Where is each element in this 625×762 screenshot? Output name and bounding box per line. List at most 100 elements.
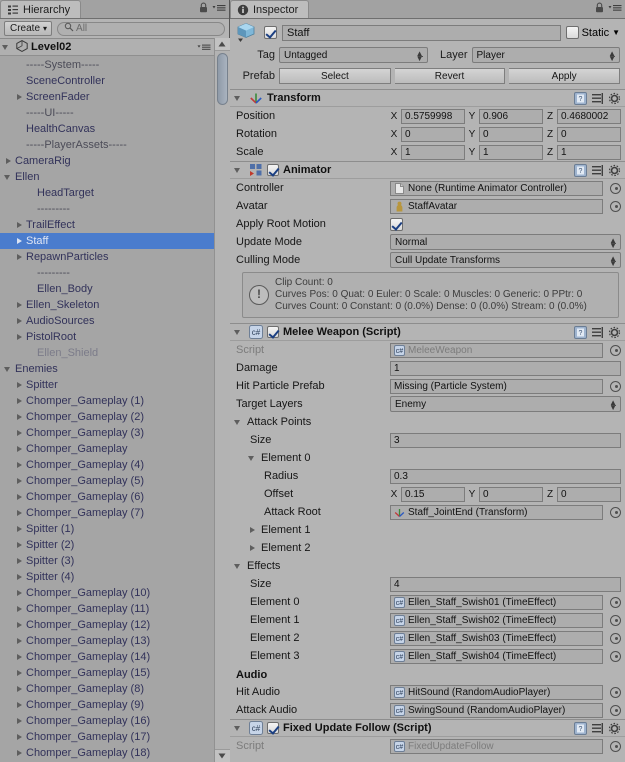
property-dropdown[interactable]: Normal ▲ ▼ xyxy=(390,234,621,250)
foldout-element-0[interactable]: Element 0 xyxy=(230,449,625,467)
options-menu-icon[interactable] xyxy=(212,3,226,16)
static-toggle[interactable]: Static ▼ xyxy=(565,26,620,39)
object-picker-icon[interactable] xyxy=(610,182,621,194)
foldout-element-2[interactable]: Element 2 xyxy=(230,539,625,557)
object-field[interactable]: c# HitSound (RandomAudioPlayer) xyxy=(390,684,603,700)
chevron-right-icon[interactable] xyxy=(15,717,24,726)
object-field[interactable]: c# Ellen_Staff_Swish02 (TimeEffect) xyxy=(390,612,603,628)
property-checkbox[interactable] xyxy=(390,217,403,231)
object-picker-icon[interactable] xyxy=(610,506,621,518)
chevron-right-icon[interactable] xyxy=(15,461,24,470)
chevron-down-icon[interactable] xyxy=(234,562,243,571)
hierarchy-item-spitter-1[interactable]: Spitter (1) xyxy=(0,521,229,537)
component-enabled-checkbox[interactable] xyxy=(267,722,279,734)
object-picker-icon[interactable] xyxy=(610,632,621,644)
hierarchy-item-ellen[interactable]: Ellen xyxy=(0,169,229,185)
tag-dropdown[interactable]: Untagged ▲ ▼ xyxy=(279,47,428,63)
search-input[interactable]: All xyxy=(57,21,225,36)
vector3-x-input[interactable]: 0.5759998 xyxy=(401,108,465,124)
options-menu-icon[interactable] xyxy=(608,3,622,16)
scene-expand-arrow[interactable] xyxy=(2,43,11,52)
property-dropdown[interactable]: Enemy ▲ ▼ xyxy=(390,396,621,412)
object-picker-icon[interactable] xyxy=(610,650,621,662)
chevron-right-icon[interactable] xyxy=(15,301,24,310)
vector3-y-input[interactable]: 0 xyxy=(479,126,543,142)
hierarchy-item-traileffect[interactable]: TrailEffect xyxy=(0,217,229,233)
property-input[interactable]: 0.3 xyxy=(390,468,621,484)
hierarchy-item-audiosources[interactable]: AudioSources xyxy=(0,313,229,329)
hierarchy-item-pistolroot[interactable]: PistolRoot xyxy=(0,329,229,345)
hierarchy-item-headtarget[interactable]: HeadTarget xyxy=(0,185,229,201)
hierarchy-item-spitter[interactable]: Spitter xyxy=(0,377,229,393)
vector3-z-input[interactable]: 0 xyxy=(557,126,621,142)
hierarchy-item-chomper-gameplay-7[interactable]: Chomper_Gameplay (7) xyxy=(0,505,229,521)
create-button[interactable]: Create ▾ xyxy=(4,21,53,36)
chevron-right-icon[interactable] xyxy=(15,557,24,566)
hierarchy-item-scenecontroller[interactable]: SceneController xyxy=(0,73,229,89)
chevron-right-icon[interactable] xyxy=(248,544,257,553)
hierarchy-item-[interactable]: --------- xyxy=(0,201,229,217)
hierarchy-item-playerassets[interactable]: -----PlayerAssets----- xyxy=(0,137,229,153)
chevron-down-icon[interactable] xyxy=(234,328,243,337)
object-picker-icon[interactable] xyxy=(610,740,621,752)
hierarchy-item-ellen-skeleton[interactable]: Ellen_Skeleton xyxy=(0,297,229,313)
preset-icon[interactable] xyxy=(591,92,604,108)
hierarchy-item-chomper-gameplay-16[interactable]: Chomper_Gameplay (16) xyxy=(0,713,229,729)
object-picker-icon[interactable] xyxy=(610,614,621,626)
object-field[interactable]: Missing (Particle System) xyxy=(390,378,603,394)
hierarchy-item-spitter-3[interactable]: Spitter (3) xyxy=(0,553,229,569)
scroll-up-icon[interactable] xyxy=(214,38,230,51)
hierarchy-item-screenfader[interactable]: ScreenFader xyxy=(0,89,229,105)
static-checkbox[interactable] xyxy=(565,26,579,39)
chevron-right-icon[interactable] xyxy=(15,685,24,694)
gameobject-cube-icon[interactable] xyxy=(235,21,259,45)
component-enabled-checkbox[interactable] xyxy=(267,326,279,338)
gear-icon[interactable] xyxy=(608,326,621,342)
chevron-right-icon[interactable] xyxy=(15,749,24,758)
chevron-right-icon[interactable] xyxy=(15,733,24,742)
object-field[interactable]: c# MeleeWeapon xyxy=(390,342,603,358)
hierarchy-item-chomper-gameplay-10[interactable]: Chomper_Gameplay (10) xyxy=(0,585,229,601)
hierarchy-item-chomper-gameplay-6[interactable]: Chomper_Gameplay (6) xyxy=(0,489,229,505)
hierarchy-item-chomper-gameplay-13[interactable]: Chomper_Gameplay (13) xyxy=(0,633,229,649)
chevron-down-icon[interactable] xyxy=(234,94,243,103)
chevron-right-icon[interactable] xyxy=(15,541,24,550)
object-field[interactable]: c# SwingSound (RandomAudioPlayer) xyxy=(390,702,603,718)
hierarchy-item-chomper-gameplay-18[interactable]: Chomper_Gameplay (18) xyxy=(0,745,229,761)
component-header[interactable]: c# Fixed Update Follow (Script)? xyxy=(230,720,625,737)
prefab-select-button[interactable]: Select xyxy=(279,68,391,84)
chevron-right-icon[interactable] xyxy=(15,637,24,646)
hierarchy-item-staff[interactable]: Staff xyxy=(0,233,229,249)
object-field[interactable]: c# FixedUpdateFollow xyxy=(390,738,603,754)
chevron-right-icon[interactable] xyxy=(15,653,24,662)
lock-icon[interactable] xyxy=(595,2,604,16)
preset-icon[interactable] xyxy=(591,164,604,180)
hierarchy-item-ellen-body[interactable]: Ellen_Body xyxy=(0,281,229,297)
help-icon[interactable]: ? xyxy=(574,164,587,180)
hierarchy-item-healthcanvas[interactable]: HealthCanvas xyxy=(0,121,229,137)
scene-row[interactable]: Level02 xyxy=(0,39,229,56)
chevron-down-icon[interactable]: ▼ xyxy=(612,28,620,37)
chevron-down-icon[interactable] xyxy=(4,365,13,374)
object-picker-icon[interactable] xyxy=(610,344,621,356)
hierarchy-scrollbar[interactable] xyxy=(214,38,230,762)
vector3-y-input[interactable]: 1 xyxy=(479,144,543,160)
object-field[interactable]: Staff_JointEnd (Transform) xyxy=(390,504,603,520)
chevron-down-icon[interactable] xyxy=(248,454,257,463)
hierarchy-item-[interactable]: --------- xyxy=(0,265,229,281)
chevron-right-icon[interactable] xyxy=(15,605,24,614)
object-field[interactable]: c# Ellen_Staff_Swish01 (TimeEffect) xyxy=(390,594,603,610)
chevron-right-icon[interactable] xyxy=(15,445,24,454)
foldout-element-1[interactable]: Element 1 xyxy=(230,521,625,539)
object-picker-icon[interactable] xyxy=(610,686,621,698)
chevron-right-icon[interactable] xyxy=(15,573,24,582)
chevron-right-icon[interactable] xyxy=(15,221,24,230)
hierarchy-item-enemies[interactable]: Enemies xyxy=(0,361,229,377)
component-header[interactable]: c# Melee Weapon (Script)? xyxy=(230,324,625,341)
scrollbar-track[interactable] xyxy=(214,51,230,749)
hierarchy-item-chomper-gameplay-4[interactable]: Chomper_Gameplay (4) xyxy=(0,457,229,473)
gear-icon[interactable] xyxy=(608,92,621,108)
hierarchy-item-chomper-gameplay-17[interactable]: Chomper_Gameplay (17) xyxy=(0,729,229,745)
hierarchy-item-spitter-2[interactable]: Spitter (2) xyxy=(0,537,229,553)
vector3-z-input[interactable]: 1 xyxy=(557,144,621,160)
